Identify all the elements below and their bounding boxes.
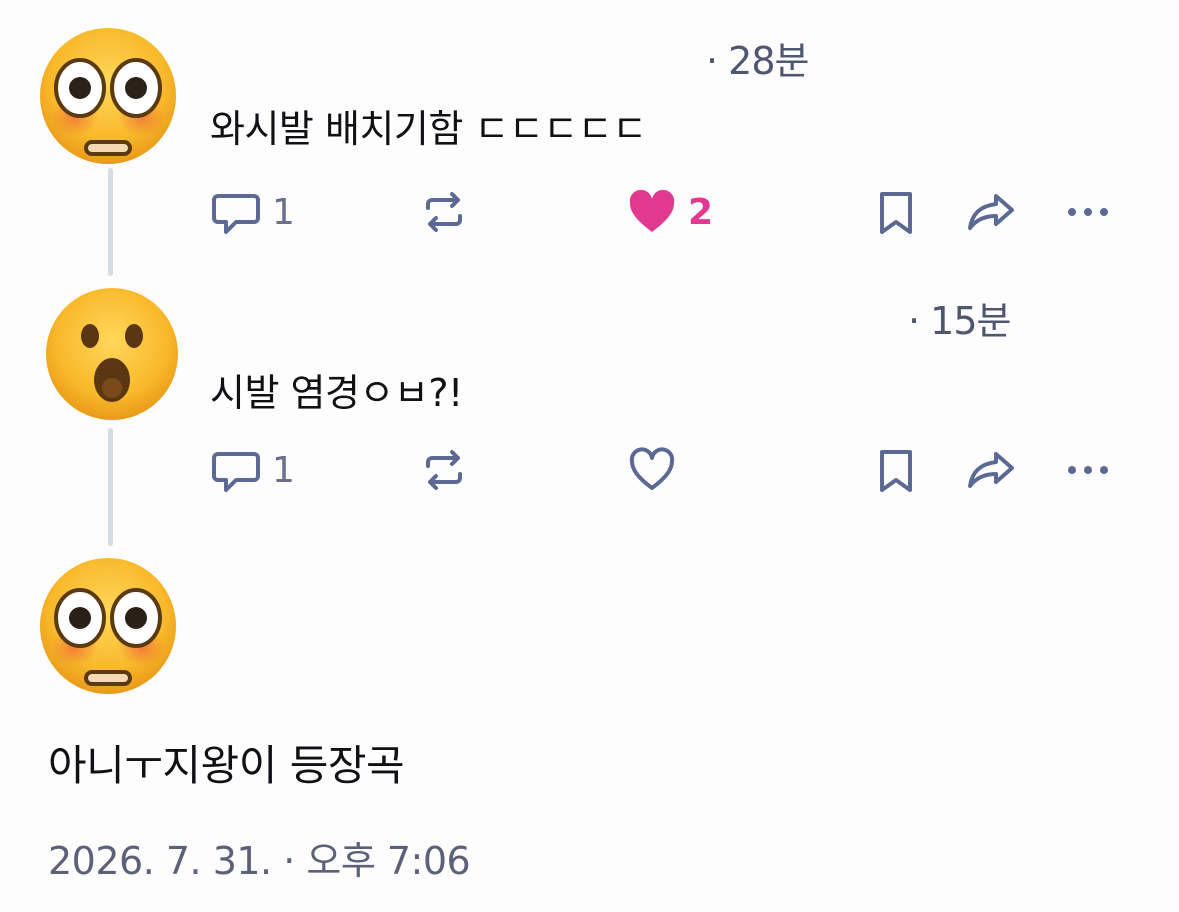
like-button[interactable]: 2	[626, 184, 713, 240]
bookmark-icon	[880, 192, 912, 234]
more-icon	[1068, 208, 1108, 216]
share-button[interactable]	[966, 184, 1018, 240]
like-count: 2	[688, 191, 714, 233]
bookmark-button[interactable]	[870, 184, 922, 240]
hushed-face-icon	[46, 288, 178, 420]
share-icon	[968, 194, 1014, 230]
repost-icon	[426, 192, 462, 232]
reply-icon	[212, 452, 260, 492]
share-button[interactable]	[966, 442, 1018, 498]
avatar[interactable]	[42, 284, 182, 424]
bookmark-button[interactable]	[870, 442, 922, 498]
main-post-text: 아니ㅜ지왕이 등장곡	[48, 741, 405, 790]
repost-icon	[426, 450, 462, 490]
thread-connector-1	[108, 168, 113, 276]
avatar[interactable]	[38, 26, 178, 166]
post-text: 시발 염경ㅇㅂ?!	[210, 371, 463, 415]
more-options-button[interactable]	[1062, 184, 1114, 240]
more-icon	[1068, 466, 1108, 474]
post-text: 와시발 배치기함 ㄷㄷㄷㄷㄷ	[210, 107, 647, 151]
share-icon	[968, 452, 1014, 488]
post-time: · 28분	[706, 39, 809, 83]
heart-outline-icon	[629, 447, 675, 490]
avatar[interactable]	[38, 556, 178, 696]
reply-icon	[212, 194, 260, 234]
flushed-face-icon	[40, 558, 176, 694]
post-time: · 15분	[908, 299, 1011, 343]
reply-button[interactable]: 1	[210, 184, 295, 240]
reply-count: 1	[272, 449, 295, 491]
flushed-face-icon	[40, 28, 176, 164]
more-options-button[interactable]	[1062, 442, 1114, 498]
reply-count: 1	[272, 191, 295, 233]
reply-button[interactable]: 1	[210, 442, 295, 498]
thread-connector-2	[108, 428, 113, 546]
like-button[interactable]	[626, 442, 678, 498]
bookmark-icon	[880, 450, 912, 492]
repost-button[interactable]	[418, 184, 470, 240]
heart-filled-icon	[629, 189, 675, 232]
repost-button[interactable]	[418, 442, 470, 498]
post-timestamp: 2026. 7. 31. · 오후 7:06	[48, 839, 471, 883]
